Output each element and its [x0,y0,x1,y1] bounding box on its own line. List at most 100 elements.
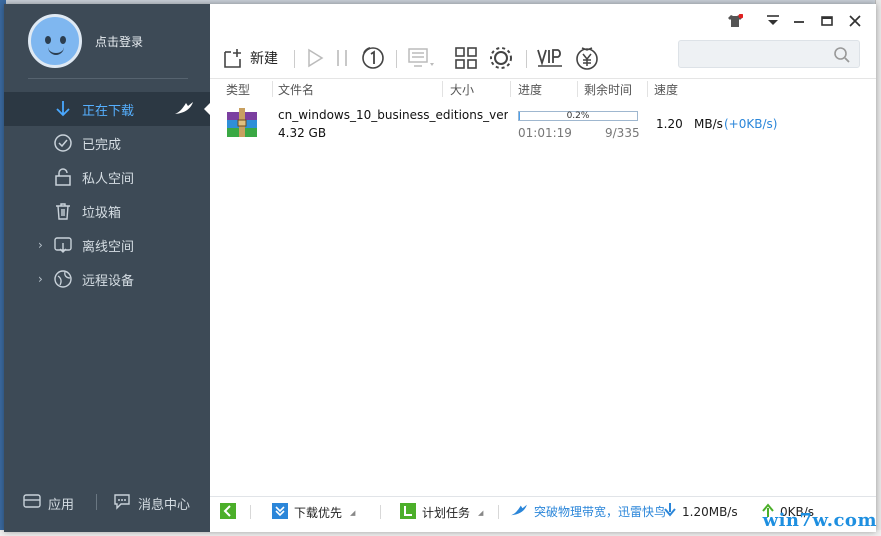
speed-limit-icon [360,45,386,71]
sidebar-item-trash[interactable]: 垃圾箱 [4,194,210,228]
column-type[interactable]: 类型 [226,81,250,98]
skin-shirt-icon[interactable] [726,12,744,30]
footer-divider [96,494,97,510]
sidebar-footer: 应用 消息中心 [4,484,210,520]
pause-button[interactable] [334,44,350,72]
vip-button[interactable] [536,44,564,72]
download-priority-icon [272,503,288,522]
column-divider [442,81,443,97]
sidebar-item-private[interactable]: 私人空间 [4,160,210,194]
maximize-icon[interactable] [818,12,836,30]
new-task-label: 新建 [250,51,278,67]
settings-button[interactable] [488,44,514,72]
archive-file-icon [226,108,258,138]
plan-button[interactable] [406,44,436,72]
status-separator [380,505,381,519]
speed-limit-button[interactable] [360,44,386,72]
column-speed[interactable]: 速度 [654,81,678,98]
task-file-size: 4.32 GB [278,126,327,140]
schedule-button[interactable]: 计划任务 ◢ [400,503,483,522]
chat-bubble-icon [112,492,132,514]
sidebar-item-label: 远程设备 [82,273,135,289]
promo-link[interactable]: 突破物理带宽，迅雷快鸟 [510,503,666,520]
avatar-eye-left [45,36,51,44]
schedule-icon [400,503,416,522]
start-button[interactable] [304,44,326,72]
bird-icon [510,503,528,520]
avatar-mouth [48,47,64,55]
globe-icon [52,268,74,290]
sidebar-divider [28,78,188,79]
collapse-sidebar-button[interactable] [220,503,236,522]
toolbar-separator [526,50,527,68]
sidebar-item-offline[interactable]: › 离线空间 [4,228,210,262]
minimize-icon[interactable] [790,12,808,30]
download-arrow-icon [664,503,676,520]
task-progress-bar: 0.2% [518,111,638,121]
play-icon [304,47,326,69]
download-speed-value: 1.20MB/s [682,504,738,519]
column-divider [510,81,511,97]
progress-text: 0.2% [566,111,590,121]
check-circle-icon [52,132,74,154]
bird-icon [174,100,194,120]
watermark-logo: win7w.com [762,510,877,531]
column-progress[interactable]: 进度 [518,81,542,98]
status-separator [250,505,251,519]
schedule-label: 计划任务 [422,506,471,520]
task-elapsed-time: 01:01:19 [518,126,572,140]
column-header: 类型 文件名 大小 进度 剩余时间 速度 [210,78,876,98]
task-row[interactable]: cn_windows_10_business_editions_versio..… [210,102,876,148]
sidebar-item-completed[interactable]: 已完成 [4,126,210,160]
chevron-right-icon[interactable]: › [38,272,43,286]
yuan-icon [574,45,600,71]
column-name[interactable]: 文件名 [278,81,314,98]
download-priority-button[interactable]: 下载优先 ◢ [272,503,355,522]
messages-label: 消息中心 [138,497,191,513]
avatar[interactable] [28,14,82,68]
login-link[interactable]: 点击登录 [95,33,143,50]
menu-dropdown-icon[interactable] [764,12,782,30]
lock-icon [52,166,74,188]
new-file-icon [222,47,244,69]
download-speed-indicator: 1.20MB/s [664,503,738,520]
toolbar-separator [396,50,397,68]
search-icon[interactable] [833,46,851,67]
column-size[interactable]: 大小 [450,81,474,98]
main-panel: 新建 类型 文件名 大小 进度 剩余时间 速度 cn_windows_10_bu… [210,4,876,532]
cloud-download-icon [52,234,74,256]
thunder-window: 点击登录 正在下载 已完成 私人空间 垃圾箱 › 离线空间 › 远程设备 应用 … [4,4,876,532]
apps-button[interactable]: 应用 [22,492,74,514]
sidebar: 点击登录 正在下载 已完成 私人空间 垃圾箱 › 离线空间 › 远程设备 应用 … [4,4,210,532]
promo-text: 突破物理带宽，迅雷快鸟 [534,505,667,519]
trash-icon [52,200,74,222]
download-arrow-icon [52,98,74,120]
sidebar-item-label: 垃圾箱 [82,205,122,221]
sidebar-item-downloading[interactable]: 正在下载 [4,92,210,126]
task-file-name: cn_windows_10_business_editions_versio..… [278,108,508,122]
sidebar-item-label: 正在下载 [82,103,135,119]
money-button[interactable] [574,44,600,72]
app-grid-button[interactable] [454,44,478,72]
pause-icon [334,47,350,69]
close-icon[interactable] [846,12,864,30]
chevron-right-icon[interactable]: › [38,238,43,252]
avatar-eye-right [60,36,66,44]
sidebar-item-label: 离线空间 [82,239,135,255]
new-task-button[interactable]: 新建 [222,44,278,72]
message-center-button[interactable]: 消息中心 [112,492,190,514]
search-input[interactable] [678,40,860,68]
vip-icon [536,47,564,69]
task-blocks: 9/335 [605,126,640,140]
gear-icon [488,45,514,71]
task-speed-accel: (+0KB/s) [724,117,778,131]
grid-icon [454,46,478,70]
sidebar-item-remote[interactable]: › 远程设备 [4,262,210,296]
status-separator [498,505,499,519]
column-remaining[interactable]: 剩余时间 [584,81,632,98]
dropdown-triangle-icon: ◢ [478,508,484,517]
column-divider [647,81,648,97]
title-bar [716,4,876,36]
toolbar-separator [294,50,295,68]
sidebar-item-label: 私人空间 [82,171,135,187]
